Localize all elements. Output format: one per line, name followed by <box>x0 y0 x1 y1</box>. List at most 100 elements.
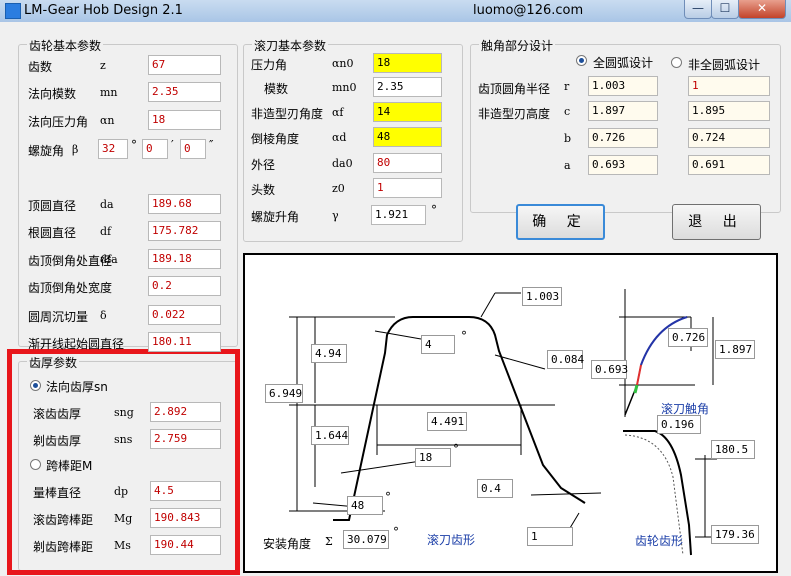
helix-degree-input[interactable]: 32 <box>98 139 128 159</box>
thickness-param-input[interactable]: 190.44 <box>150 535 221 555</box>
gear-param-label: 法向压力角 <box>28 115 89 129</box>
tip-full-arc-input[interactable]: 1.897 <box>588 101 658 121</box>
thickness-param-label: 量棒直径 <box>33 486 82 500</box>
hob-param-input[interactable]: 14 <box>373 102 442 122</box>
dim-box-v0196: 0.196 <box>657 415 701 434</box>
dim-box-c: 1.897 <box>715 340 755 359</box>
full-arc-label: 全圆弧设计 <box>593 56 654 70</box>
hob-param-label: 螺旋升角 <box>251 210 300 224</box>
gear-param-input[interactable]: 2.35 <box>148 82 221 102</box>
exit-button[interactable]: 退 出 <box>672 204 761 240</box>
dim-box-b: 0.726 <box>668 328 708 347</box>
gear-param-input[interactable]: 18 <box>148 110 221 130</box>
degree-sign-48: ° <box>385 490 391 504</box>
close-button[interactable]: ✕ <box>738 0 786 19</box>
hob-param-input[interactable]: 80 <box>373 153 442 173</box>
hob-param-symbol: da0 <box>332 157 353 170</box>
gear-param-symbol: dfa <box>100 253 118 266</box>
helix-second-input[interactable]: 0 <box>180 139 206 159</box>
dim-box-width: 4.491 <box>427 412 467 431</box>
hob-param-input[interactable]: 2.35 <box>373 77 442 97</box>
degree-sign-install: ° <box>393 525 399 539</box>
hob-param-label: 外径 <box>251 158 276 172</box>
hob-param-label: 头数 <box>251 183 276 197</box>
hob-param-input[interactable]: 1 <box>373 178 442 198</box>
author-email: luomo@126.com <box>473 3 584 18</box>
hob-param-symbol: z0 <box>332 182 345 195</box>
thickness-param-label: 滚齿齿厚 <box>33 407 82 421</box>
maximize-icon: ☐ <box>719 1 731 15</box>
thickness-param-input[interactable]: 4.5 <box>150 481 221 501</box>
tip-param-symbol: c <box>564 105 571 118</box>
helix-minute-input[interactable]: 0 <box>142 139 168 159</box>
install-angle-label: 安装角度 <box>263 537 312 551</box>
gear-param-label: 根圆直径 <box>28 226 77 240</box>
tip-design-title: 触角部分设计 <box>479 37 556 54</box>
thickness-param-symbol: Ms <box>114 539 131 552</box>
non-full-arc-radio[interactable] <box>671 57 682 68</box>
hob-basic-title: 滚刀基本参数 <box>252 37 329 54</box>
tip-non-full-arc-input[interactable]: 1.895 <box>688 101 770 121</box>
tip-non-full-arc-input[interactable]: 1 <box>688 76 770 96</box>
gear-param-input[interactable]: 67 <box>148 55 221 75</box>
gear-param-input[interactable]: 0.2 <box>148 276 221 296</box>
degree-sign-18: ° <box>453 442 459 456</box>
degree-unit: ° <box>431 203 437 217</box>
tip-full-arc-input[interactable]: 1.003 <box>588 76 658 96</box>
tip-param-symbol: a <box>564 159 571 172</box>
gear-param-input[interactable]: 180.11 <box>148 332 221 352</box>
dim-box-total: 6.949 <box>265 384 303 403</box>
hob-profile-label: 滚刀齿形 <box>427 533 476 547</box>
gear-param-label: 圆周沉切量 <box>28 310 89 324</box>
hob-param-input[interactable]: 48 <box>373 127 442 147</box>
thickness-param-input[interactable]: 190.843 <box>150 508 221 528</box>
dim-box-d1805: 180.5 <box>711 440 755 459</box>
thickness-param-input[interactable]: 2.759 <box>150 429 221 449</box>
full-arc-radio[interactable] <box>576 55 587 66</box>
hob-param-label: 模数 <box>264 82 289 96</box>
tip-non-full-arc-input[interactable]: 0.691 <box>688 155 770 175</box>
hob-tip-label: 滚刀触角 <box>661 402 710 416</box>
gear-param-symbol: z <box>100 59 106 72</box>
dim-box-angle48: 48 <box>347 496 383 515</box>
gear-param-label: 法向模数 <box>28 87 77 101</box>
gear-param-input[interactable]: 0.022 <box>148 305 221 325</box>
tip-param-symbol: b <box>564 132 572 145</box>
gear-profile-label: 齿轮齿形 <box>635 534 684 548</box>
gear-param-label: 齿顶倒角处宽度 <box>28 281 113 295</box>
degree-unit: ° <box>131 138 137 152</box>
minimize-icon: — <box>692 1 704 15</box>
thickness-param-symbol: sns <box>114 433 133 446</box>
hob-param-label: 压力角 <box>251 58 288 72</box>
hob-param-symbol: αd <box>332 131 347 144</box>
thickness-param-symbol: dp <box>114 485 129 498</box>
tip-full-arc-input[interactable]: 0.693 <box>588 155 658 175</box>
degree-sign-4: ° <box>461 329 467 343</box>
gear-param-input[interactable]: 189.68 <box>148 194 221 214</box>
gear-param-label: 顶圆直径 <box>28 199 77 213</box>
thickness-param-input[interactable]: 2.892 <box>150 402 221 422</box>
confirm-button[interactable]: 确 定 <box>516 204 605 240</box>
hob-param-input[interactable]: 1.921 <box>371 205 426 225</box>
tip-full-arc-input[interactable]: 0.726 <box>588 128 658 148</box>
dim-box-a: 0.693 <box>591 360 628 379</box>
minute-unit: ′ <box>171 138 174 152</box>
tip-green-segment <box>633 384 639 394</box>
maximize-button[interactable]: ☐ <box>711 0 739 19</box>
non-forming-height-label: 非造型刃高度 <box>478 107 551 121</box>
tip-non-full-arc-input[interactable]: 0.724 <box>688 128 770 148</box>
gear-param-input[interactable]: 189.18 <box>148 249 221 269</box>
install-angle-symbol: Σ <box>325 535 333 548</box>
minimize-button[interactable]: — <box>684 0 712 19</box>
gear-param-label: 渐开线起始圆直径 <box>28 337 125 351</box>
dim-box-angle18: 18 <box>415 448 451 467</box>
gear-param-label: 齿数 <box>28 60 53 74</box>
gear-param-input[interactable]: 175.782 <box>148 221 221 241</box>
helix-symbol: β <box>72 143 79 156</box>
angle4-leader <box>374 330 422 340</box>
dim-box-h_upper: 4.94 <box>311 344 347 363</box>
main-form: 齿轮基本参数 滚刀基本参数 触角部分设计 全圆弧设计 非全圆弧设计 齿顶圆角半径… <box>0 22 791 576</box>
hob-param-input[interactable]: 18 <box>373 53 442 73</box>
gear-param-symbol: mn <box>100 86 118 99</box>
gear-param-symbol: δ <box>100 309 107 322</box>
